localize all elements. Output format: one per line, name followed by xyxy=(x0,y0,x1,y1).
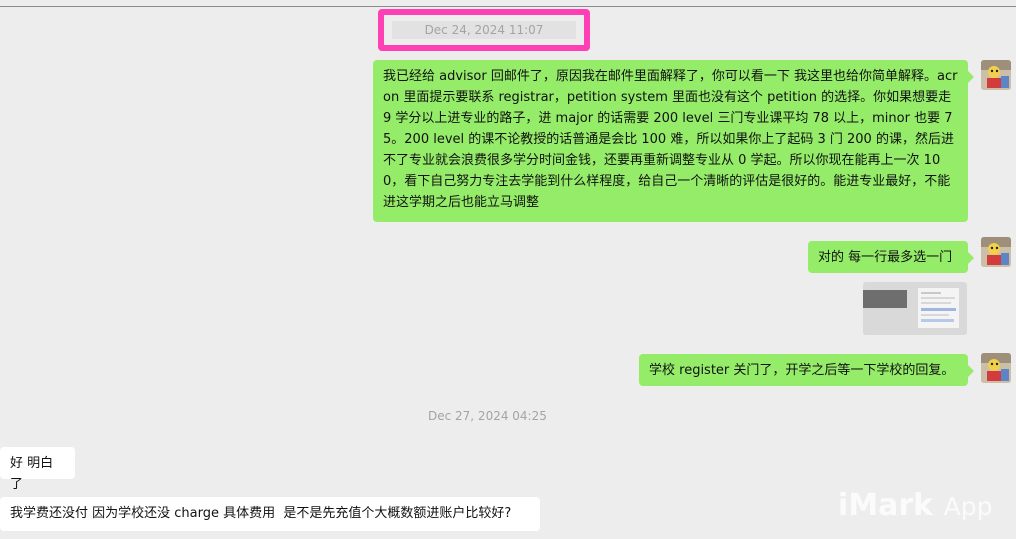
timestamp-first: Dec 24, 2024 11:07 xyxy=(392,21,576,39)
received-message-2[interactable]: 我学费还没付 因为学校还没 charge 具体费用 是不是先充值个大概数额进账户… xyxy=(0,497,540,531)
avatar[interactable] xyxy=(981,60,1011,90)
watermark-logo: iMark App xyxy=(838,488,992,523)
timestamp-highlight-box: Dec 24, 2024 11:07 xyxy=(378,9,590,51)
watermark-suffix: App xyxy=(943,492,993,521)
avatar[interactable] xyxy=(981,237,1011,267)
avatar-image xyxy=(981,353,1011,383)
image-thumbnail xyxy=(918,288,959,328)
received-message-1[interactable]: 好 明白了 xyxy=(0,447,75,492)
top-divider xyxy=(0,6,1016,7)
avatar-image xyxy=(981,60,1011,90)
sent-message-2[interactable]: 对的 每一行最多选一门 xyxy=(808,241,974,273)
watermark-brand: iMark xyxy=(838,488,934,523)
timestamp-second: Dec 27, 2024 04:25 xyxy=(428,409,547,423)
avatar-image xyxy=(981,237,1011,267)
image-placeholder xyxy=(863,290,907,308)
sent-message-3[interactable]: 学校 register 关门了，开学之后等一下学校的回复。 xyxy=(639,354,974,386)
image-message[interactable] xyxy=(863,282,967,335)
sent-message-1[interactable]: 我已经给 advisor 回邮件了，原因我在邮件里面解释了，你可以看一下 我这里… xyxy=(373,60,974,222)
avatar[interactable] xyxy=(981,353,1011,383)
